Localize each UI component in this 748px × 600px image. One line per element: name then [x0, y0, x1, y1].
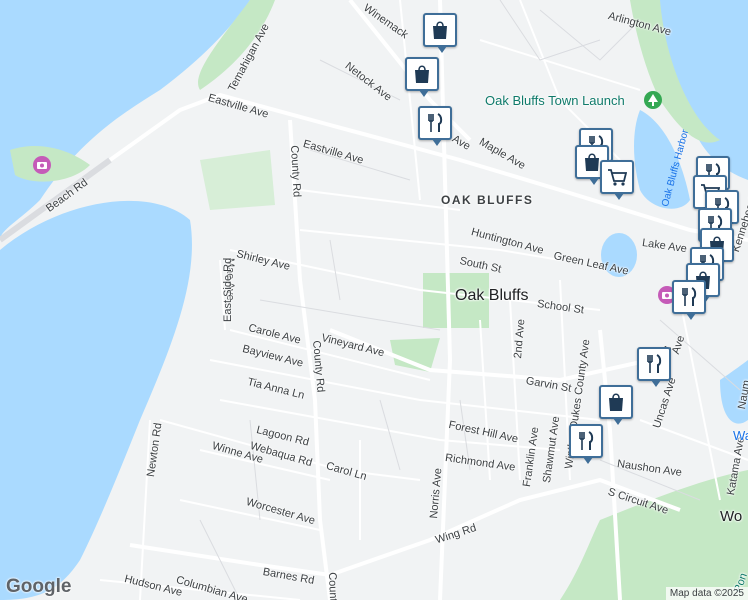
pin-cart-1[interactable] — [600, 160, 634, 200]
camera-poi-icon[interactable] — [32, 155, 52, 175]
pin-shop-1[interactable] — [423, 13, 457, 53]
restaurant-icon — [428, 113, 443, 132]
map-attribution[interactable]: Map data ©2025 — [665, 587, 748, 600]
pin-restaurant-3[interactable] — [672, 280, 706, 320]
shopping-bag-icon — [585, 153, 599, 171]
park-southeast — [560, 470, 748, 600]
pin-restaurant-5[interactable] — [569, 424, 603, 464]
street-label-eastside: East Side Rd — [222, 257, 234, 322]
restaurant-icon — [579, 431, 594, 450]
pin-restaurant-4[interactable] — [637, 347, 671, 387]
pin-shop-2[interactable] — [405, 57, 439, 97]
park-poi-icon[interactable] — [643, 90, 663, 110]
water-lagoon — [0, 200, 192, 600]
district-label: OAK BLUFFS — [441, 193, 534, 207]
google-logo[interactable]: Google — [6, 576, 71, 598]
restaurant-icon — [647, 354, 662, 373]
shopping-cart-icon — [608, 169, 627, 186]
shopping-bag-icon — [609, 393, 623, 411]
restaurant-icon — [682, 287, 697, 306]
pin-shop-4[interactable] — [599, 385, 633, 425]
place-label-wo: Wo — [720, 508, 743, 525]
park-north — [200, 150, 275, 210]
map-canvas[interactable]: Winemack Temahigan Ave Arlington Ave Net… — [0, 0, 748, 600]
shopping-bag-icon — [433, 21, 447, 39]
street-label-county-3: Count — [326, 572, 340, 600]
place-label-wa: Wa — [733, 428, 748, 443]
pin-restaurant-1[interactable] — [418, 106, 452, 146]
town-label[interactable]: Oak Bluffs — [455, 287, 529, 305]
shopping-bag-icon — [415, 65, 429, 83]
poi-label-launch[interactable]: Oak Bluffs Town Launch — [485, 93, 625, 108]
